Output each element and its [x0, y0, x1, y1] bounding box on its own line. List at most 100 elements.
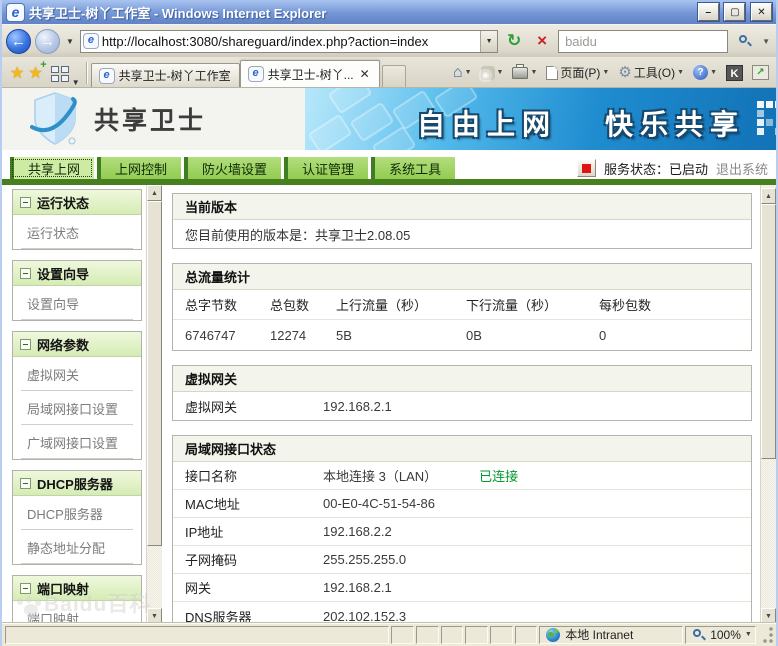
dropdown-icon[interactable]: ▼	[530, 69, 537, 76]
nav-tab-auth[interactable]: 认证管理	[284, 157, 368, 179]
forward-button[interactable]: →	[35, 29, 60, 54]
row-value: 192.168.2.1	[323, 580, 392, 595]
sidebar-item-running-status[interactable]: 运行状态	[21, 215, 133, 249]
page-menu-label: 页面(P)	[560, 64, 600, 81]
section-header[interactable]: 端口映射	[13, 576, 141, 601]
table-row: 接口名称 本地连接 3（LAN） 已连接	[173, 462, 751, 490]
dropdown-icon[interactable]: ▼	[677, 69, 684, 76]
sidebar-item-wan-interface[interactable]: 广域网接口设置	[21, 425, 133, 459]
scrollbar-thumb[interactable]	[147, 201, 162, 546]
sidebar-section-network-params: 网络参数 虚拟网关 局域网接口设置 广域网接口设置	[12, 331, 142, 460]
section-title: 运行状态	[37, 193, 89, 212]
addon-button[interactable]: K	[723, 63, 746, 83]
scroll-up-icon[interactable]: ▲	[761, 188, 776, 204]
tools-menu-button[interactable]: ⚙工具(O)▼	[615, 62, 687, 83]
nav-tab-firewall[interactable]: 防火墙设置	[184, 157, 281, 179]
tab-label: 共享卫士-树丫工作室	[119, 67, 231, 84]
resize-grip[interactable]	[760, 626, 774, 644]
nav-tab-access-control[interactable]: 上网控制	[97, 157, 181, 179]
section-header[interactable]: 设置向导	[13, 261, 141, 286]
exit-system-link[interactable]: 退出系统	[716, 159, 768, 178]
collapse-icon[interactable]	[20, 583, 31, 594]
sidebar-section-dhcp: DHCP服务器 DHCP服务器 静态地址分配	[12, 470, 142, 565]
sidebar-item-lan-interface[interactable]: 局域网接口设置	[21, 391, 133, 425]
open-new-window-button[interactable]: ↗	[749, 63, 772, 82]
sidebar-item-static-address[interactable]: 静态地址分配	[21, 530, 133, 564]
plus-icon: +	[40, 59, 46, 71]
feeds-button[interactable]: ▼	[478, 64, 507, 82]
close-button[interactable]: ✕	[751, 3, 772, 21]
search-dropdown-icon[interactable]: ▼	[762, 37, 770, 46]
scrollbar-thumb[interactable]	[761, 204, 776, 459]
address-url[interactable]: http://localhost:3080/shareguard/index.p…	[102, 34, 480, 49]
val-up-traffic: 5B	[336, 328, 466, 343]
collapse-icon[interactable]	[20, 478, 31, 489]
section-header[interactable]: 网络参数	[13, 332, 141, 357]
history-dropdown-icon[interactable]: ▼	[64, 37, 76, 46]
row-label: 虚拟网关	[185, 397, 323, 416]
favorites-star-icon[interactable]: ★	[10, 63, 24, 83]
sidebar-item-setup-wizard[interactable]: 设置向导	[21, 286, 133, 320]
tab-close-icon[interactable]: ✕	[359, 67, 371, 81]
scroll-down-icon[interactable]: ▼	[761, 608, 776, 622]
app-logo-text: 共享卫士	[94, 101, 206, 137]
sidebar-item-virtual-gateway[interactable]: 虚拟网关	[21, 357, 133, 391]
collapse-icon[interactable]	[20, 197, 31, 208]
page-menu-button[interactable]: 页面(P)▼	[543, 62, 612, 83]
add-favorite-icon[interactable]: ★+	[28, 63, 42, 83]
address-bar[interactable]: e http://localhost:3080/shareguard/index…	[80, 30, 498, 53]
maximize-button[interactable]: ▢	[724, 3, 745, 21]
row-label: 子网掩码	[185, 550, 323, 569]
main-content: 当前版本 您目前使用的版本是：共享卫士2.08.05 总流量统计 总字节数 总包…	[162, 185, 760, 622]
refresh-button[interactable]: ↻	[502, 30, 526, 53]
search-input[interactable]: baidu	[558, 30, 728, 53]
back-button[interactable]: ←	[6, 29, 31, 54]
val-down-traffic: 0B	[466, 328, 599, 343]
section-title: 端口映射	[37, 579, 89, 598]
scroll-down-icon[interactable]: ▼	[147, 608, 162, 622]
sidebar-scrollbar[interactable]: ▲ ▼	[146, 185, 162, 622]
search-value[interactable]: baidu	[565, 34, 727, 49]
collapse-icon[interactable]	[20, 339, 31, 350]
stop-button[interactable]: ×	[530, 30, 554, 53]
zone-label: 本地 Intranet	[565, 626, 633, 643]
dropdown-icon[interactable]: ▼	[497, 69, 504, 76]
row-label: 网关	[185, 578, 323, 597]
main-scrollbar[interactable]: ▲ ▼	[760, 185, 776, 622]
sidebar-item-port-mapping[interactable]: 端口映射	[21, 601, 133, 622]
collapse-icon[interactable]	[20, 268, 31, 279]
nav-tab-system-tools[interactable]: 系统工具	[371, 157, 455, 179]
panel-title: 局域网接口状态	[173, 436, 751, 462]
zoom-dropdown-icon[interactable]: ▼	[745, 631, 752, 638]
table-row: 网关 192.168.2.1	[173, 574, 751, 602]
browser-tab-2-active[interactable]: e 共享卫士-树丫... ✕	[240, 60, 380, 87]
dropdown-icon[interactable]: ▼	[710, 69, 717, 76]
ie-window: e 共享卫士-树丫工作室 - Windows Internet Explorer…	[0, 0, 778, 646]
address-dropdown-icon[interactable]: ▼	[480, 31, 497, 52]
tab-label: 共享卫士-树丫...	[268, 66, 354, 83]
status-cell	[391, 626, 414, 644]
search-icon	[738, 34, 752, 48]
search-button[interactable]	[732, 30, 758, 53]
minimize-button[interactable]: –	[698, 3, 719, 21]
print-button[interactable]: ▼	[509, 65, 540, 81]
new-tab-stub[interactable]	[382, 65, 406, 87]
dropdown-icon[interactable]: ▼	[602, 69, 609, 76]
sidebar-section-setup-wizard: 设置向导 设置向导	[12, 260, 142, 321]
nav-tab-share-internet[interactable]: 共享上网	[10, 157, 94, 179]
row-label: 接口名称	[185, 466, 323, 485]
service-stop-button[interactable]	[577, 159, 596, 177]
help-button[interactable]: ?▼	[690, 63, 720, 82]
zoom-control[interactable]: 100% ▼	[685, 626, 756, 644]
scroll-up-icon[interactable]: ▲	[147, 185, 162, 201]
quick-tabs-dropdown-icon[interactable]: ▼	[70, 78, 82, 87]
section-header[interactable]: 运行状态	[13, 190, 141, 215]
home-button[interactable]: ⌂▼	[450, 64, 475, 82]
dropdown-icon[interactable]: ▼	[465, 69, 472, 76]
sidebar-item-dhcp-server[interactable]: DHCP服务器	[21, 496, 133, 530]
section-header[interactable]: DHCP服务器	[13, 471, 141, 496]
browser-tab-1[interactable]: e 共享卫士-树丫工作室	[91, 63, 240, 87]
window-title: 共享卫士-树丫工作室 - Windows Internet Explorer	[29, 3, 696, 22]
row-value: 00-E0-4C-51-54-86	[323, 496, 435, 511]
quick-tabs-icon[interactable]	[51, 66, 69, 82]
